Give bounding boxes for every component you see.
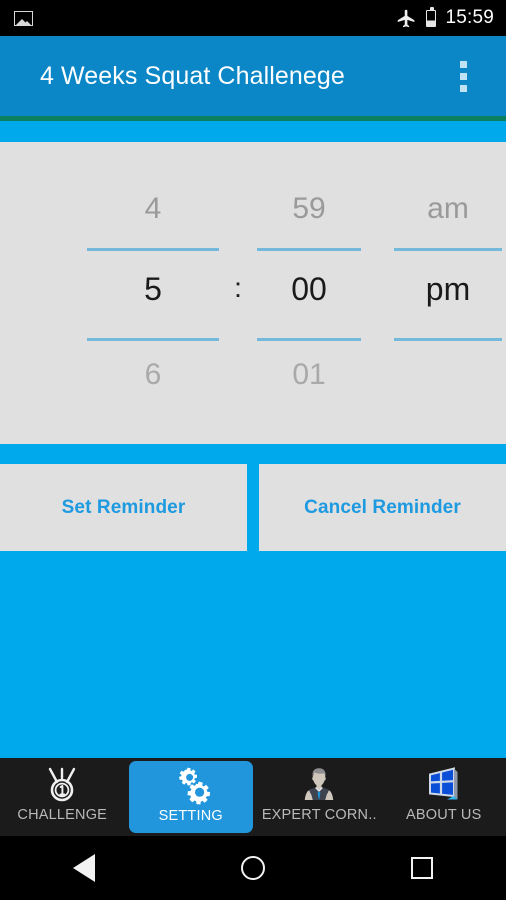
tab-challenge[interactable]: CHALLENGE: [0, 758, 125, 836]
set-reminder-button[interactable]: Set Reminder: [0, 464, 247, 551]
window-logo-icon: [424, 764, 464, 806]
status-bar-clock: 15:59: [445, 7, 494, 28]
minute-next-value[interactable]: 01: [253, 358, 365, 392]
meridiem-divider-upper: [394, 248, 502, 251]
time-picker[interactable]: 4 5 6 : 59 00 01 am pm: [0, 142, 506, 444]
overflow-dot: [460, 84, 467, 92]
image-icon: [14, 10, 33, 26]
overflow-dot: [460, 72, 467, 80]
hour-previous-value[interactable]: 4: [83, 192, 223, 226]
meridiem-divider-lower: [394, 338, 502, 341]
meridiem-previous-value[interactable]: am: [390, 192, 506, 226]
minute-divider-lower: [257, 338, 361, 341]
battery-icon: [426, 6, 437, 27]
status-bar-right: 15:59: [396, 6, 506, 29]
status-bar: 15:59: [0, 0, 506, 36]
overflow-dot: [460, 60, 467, 68]
tab-label-setting: SETTING: [158, 808, 223, 824]
action-button-row: Set Reminder Cancel Reminder: [0, 464, 506, 551]
tab-about-us[interactable]: ABOUT US: [382, 758, 506, 836]
hour-spinner[interactable]: 4 5 6: [83, 142, 223, 444]
cyan-gap: [0, 444, 506, 464]
cyan-background-fill: [0, 551, 506, 758]
back-icon[interactable]: [39, 836, 129, 900]
hour-next-value[interactable]: 6: [83, 358, 223, 392]
meridiem-selected-value[interactable]: pm: [390, 271, 506, 308]
tab-label-about-us: ABOUT US: [406, 807, 482, 823]
minute-selected-value[interactable]: 00: [253, 271, 365, 308]
tab-label-challenge: CHALLENGE: [17, 807, 108, 823]
hour-selected-value[interactable]: 5: [83, 271, 223, 308]
tab-setting[interactable]: SETTING: [128, 761, 253, 833]
button-separator: [247, 464, 259, 551]
hour-divider-lower: [87, 338, 219, 341]
cyan-strip-top: [0, 121, 506, 142]
recents-icon[interactable]: [377, 836, 467, 900]
app-screen: 15:59 4 Weeks Squat Challenege 4 5 6 : 5…: [0, 0, 506, 900]
android-nav-bar: [0, 836, 506, 900]
overflow-menu-icon[interactable]: [452, 55, 475, 98]
minute-spinner[interactable]: 59 00 01: [253, 142, 365, 444]
minute-previous-value[interactable]: 59: [253, 192, 365, 226]
businessman-icon: [300, 764, 338, 806]
minute-divider-upper: [257, 248, 361, 251]
app-bar: 4 Weeks Squat Challenege: [0, 36, 506, 116]
status-bar-left: [0, 10, 33, 26]
gears-icon: [170, 765, 212, 807]
medal-icon: [42, 764, 82, 806]
picker-spacer-mid: [365, 142, 390, 444]
page-title: 4 Weeks Squat Challenege: [40, 61, 345, 90]
picker-spacer-left: [0, 142, 83, 444]
tab-label-expert-corner: EXPERT CORN..: [261, 807, 377, 823]
bottom-tab-bar: CHALLENGE SETTING EXPERT CORN.. ABOUT US: [0, 758, 506, 836]
time-separator: :: [223, 142, 253, 444]
hour-divider-upper: [87, 248, 219, 251]
cancel-reminder-button[interactable]: Cancel Reminder: [259, 464, 506, 551]
airplane-mode-icon: [396, 8, 417, 29]
meridiem-spinner[interactable]: am pm: [390, 142, 506, 444]
home-icon[interactable]: [208, 836, 298, 900]
colon-label: :: [234, 272, 242, 303]
tab-expert-corner[interactable]: EXPERT CORN..: [257, 758, 382, 836]
